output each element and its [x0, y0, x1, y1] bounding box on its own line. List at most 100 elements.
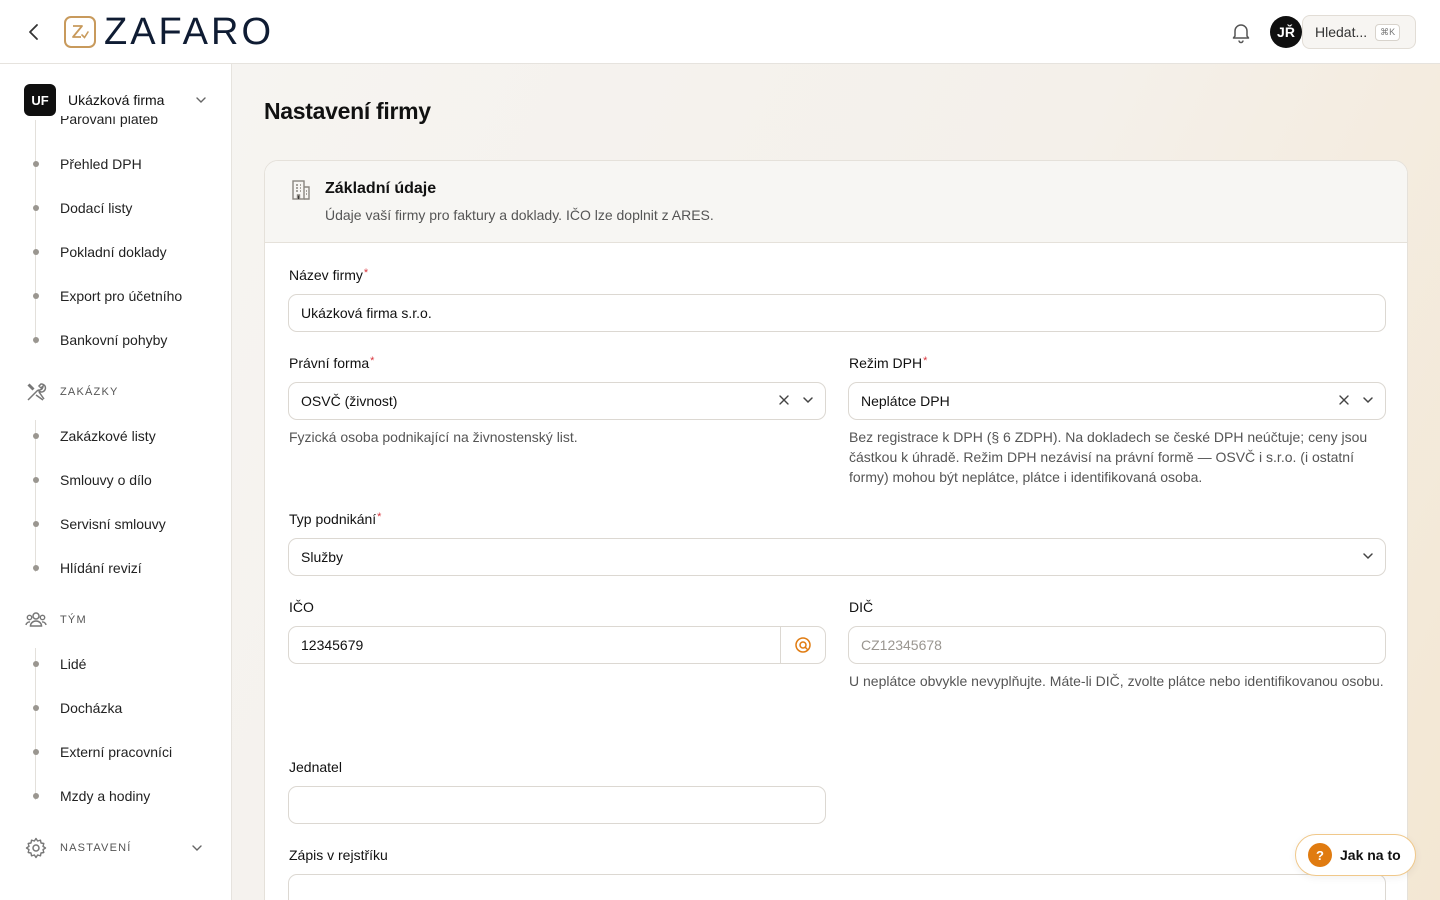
sidebar-item-dochazka[interactable]: Docházka — [60, 698, 122, 718]
nav-dot — [33, 521, 39, 527]
dic-label: DIČ — [849, 599, 874, 615]
ico-label: IČO — [289, 599, 314, 615]
nav-dot — [33, 565, 39, 571]
registry-input[interactable] — [301, 875, 1385, 900]
dic-hint: U neplátce obvykle nevyplňujte. Máte-li … — [849, 673, 1384, 689]
nav-dot — [33, 249, 39, 255]
registry-label: Zápis v rejstříku — [289, 847, 388, 863]
search-shortcut: ⌘K — [1375, 23, 1401, 41]
executive-input[interactable] — [301, 787, 825, 823]
logo[interactable]: ZAFARO — [64, 13, 274, 51]
sidebar-item-smlouvy-o-dilo[interactable]: Smlouvy o dílo — [60, 470, 152, 490]
sidebar-item-dodaci-listy[interactable]: Dodací listy — [60, 198, 132, 218]
legal-form-label: Právní forma* — [289, 355, 374, 371]
section-label: ZAKÁZKY — [60, 386, 119, 398]
executive-label: Jednatel — [289, 759, 342, 775]
sidebar-section-zakazky[interactable]: ZAKÁZKY — [24, 380, 119, 404]
vat-mode-label: Režim DPH* — [849, 355, 927, 371]
executive-field[interactable] — [288, 786, 826, 824]
sidebar-section-nastaveni[interactable]: NASTAVENÍ — [24, 836, 208, 860]
sidebar-item-servisni-smlouvy[interactable]: Servisní smlouvy — [60, 514, 166, 534]
business-type-label: Typ podnikání* — [289, 511, 381, 527]
nav-dot — [33, 661, 39, 667]
nav-tree-line — [35, 648, 36, 800]
ico-input[interactable] — [301, 627, 771, 663]
top-bar: ZAFARO JŘ Hledat... ⌘K — [0, 0, 1440, 64]
sidebar: Párování plateb UF Ukázková firma Přehle… — [0, 64, 232, 900]
chevron-down-icon[interactable] — [1361, 393, 1375, 407]
label-text: Právní forma — [289, 355, 370, 371]
dic-field[interactable] — [848, 626, 1386, 664]
nav-dot — [33, 293, 39, 299]
legal-form-hint: Fyzická osoba podnikající na živnostensk… — [289, 429, 578, 445]
back-button[interactable] — [22, 20, 46, 44]
team-icon — [25, 612, 47, 627]
card-title: Základní údaje — [325, 180, 437, 197]
nav-dot — [33, 433, 39, 439]
vat-mode-value: Neplátce DPH — [861, 393, 950, 409]
nav-dot — [33, 161, 39, 167]
card-header: Základní údaje Údaje vaší firmy pro fakt… — [265, 161, 1407, 243]
search-button[interactable]: Hledat... ⌘K — [1302, 15, 1416, 49]
nav-dot — [33, 793, 39, 799]
sidebar-item-zakazkove-listy[interactable]: Zakázkové listy — [60, 426, 156, 446]
chevron-down-icon[interactable] — [801, 393, 815, 407]
sidebar-item-hlidani-revizi[interactable]: Hlídání revizí — [60, 558, 142, 578]
ico-field[interactable] — [288, 626, 826, 664]
nav-dot — [33, 749, 39, 755]
tools-icon — [27, 383, 47, 401]
nav-tree-line — [35, 120, 36, 344]
help-button[interactable]: ? Jak na to — [1295, 834, 1416, 876]
required-mark: * — [923, 355, 928, 367]
clear-icon[interactable] — [1337, 393, 1351, 407]
chevron-down-icon — [192, 845, 202, 851]
card-subtitle: Údaje vaší firmy pro faktury a doklady. … — [325, 207, 714, 223]
section-label: TÝM — [60, 614, 87, 626]
registry-field[interactable] — [288, 874, 1386, 900]
notifications-button[interactable] — [1229, 20, 1253, 44]
sidebar-item-bankovni-pohyby[interactable]: Bankovní pohyby — [60, 330, 167, 350]
label-text: Typ podnikání — [289, 511, 377, 527]
sidebar-item-externi-pracovnici[interactable]: Externí pracovníci — [60, 742, 172, 762]
vat-mode-select[interactable]: Neplátce DPH — [848, 382, 1386, 420]
company-switcher[interactable]: UF Ukázková firma — [24, 84, 208, 116]
nav-dot — [33, 477, 39, 483]
legal-form-value: OSVČ (živnost) — [301, 393, 398, 409]
sidebar-section-tym[interactable]: TÝM — [24, 608, 87, 632]
search-label: Hledat... — [1315, 24, 1368, 40]
business-type-select[interactable]: Služby — [288, 538, 1386, 576]
required-mark: * — [377, 511, 382, 523]
company-name-input[interactable] — [301, 295, 1385, 331]
chevron-down-icon — [196, 97, 206, 103]
company-name-field[interactable] — [288, 294, 1386, 332]
nav-dot — [33, 705, 39, 711]
company-name: Ukázková firma — [68, 92, 165, 108]
section-label: NASTAVENÍ — [60, 842, 132, 854]
user-avatar[interactable]: JŘ — [1270, 16, 1302, 48]
company-badge: UF — [24, 84, 56, 116]
company-name-label: Název firmy* — [289, 267, 368, 283]
building-icon — [292, 180, 310, 200]
sidebar-item-pokladni-doklady[interactable]: Pokladní doklady — [60, 242, 167, 262]
page-title: Nastavení firmy — [264, 98, 431, 124]
nav-dot — [33, 205, 39, 211]
legal-form-select[interactable]: OSVČ (živnost) — [288, 382, 826, 420]
sidebar-item-mzdy-a-hodiny[interactable]: Mzdy a hodiny — [60, 786, 150, 806]
basic-info-card: Základní údaje Údaje vaší firmy pro fakt… — [264, 160, 1408, 900]
business-type-value: Služby — [301, 549, 344, 565]
dic-input[interactable] — [861, 627, 1385, 663]
sidebar-item-lide[interactable]: Lidé — [60, 654, 86, 674]
sidebar-item-export-pro-ucetniho[interactable]: Export pro účetního — [60, 286, 182, 306]
ares-search-icon — [795, 637, 811, 653]
ares-lookup-button[interactable] — [780, 627, 825, 663]
help-label: Jak na to — [1340, 847, 1401, 863]
vat-mode-hint: Bez registrace k DPH (§ 6 ZDPH). Na dokl… — [849, 429, 1368, 485]
required-mark: * — [363, 267, 369, 279]
clear-icon[interactable] — [777, 393, 791, 407]
sidebar-item-prehled-dph[interactable]: Přehled DPH — [60, 154, 142, 174]
chevron-left-icon — [29, 24, 38, 40]
bell-icon — [1232, 24, 1250, 44]
chevron-down-icon[interactable] — [1361, 549, 1375, 563]
required-mark: * — [370, 355, 375, 367]
nav-tree-line — [35, 420, 36, 572]
